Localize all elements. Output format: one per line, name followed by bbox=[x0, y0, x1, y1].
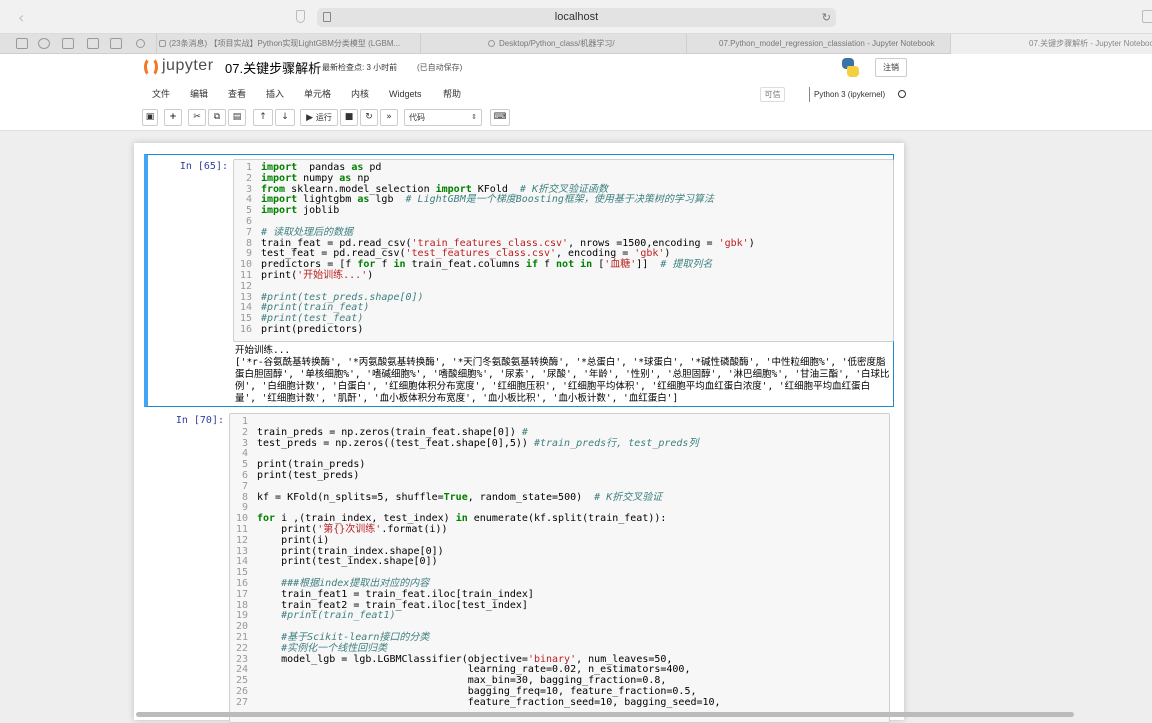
code-editor[interactable]: 1 import pandas as pd 2 import numpy as np 3… bbox=[233, 159, 894, 342]
restart-icon[interactable]: ↻ bbox=[360, 109, 378, 126]
translate-icon[interactable] bbox=[110, 38, 122, 49]
autosave-status: (已自动保存) bbox=[417, 63, 463, 72]
code-line[interactable]: 16 print(predictors) bbox=[234, 323, 893, 336]
play-icon: ▶ bbox=[306, 113, 314, 123]
code-line[interactable]: 5 import joblib bbox=[234, 205, 893, 217]
sidebar-icon[interactable] bbox=[16, 38, 28, 49]
keyboard-icon[interactable]: ⌨ bbox=[490, 109, 510, 126]
line-number: 7 bbox=[241, 480, 248, 492]
photo-icon[interactable] bbox=[62, 38, 74, 49]
input-prompt: In [70]: bbox=[175, 415, 224, 426]
tab-loading-icon bbox=[488, 40, 495, 47]
sidebar-toggle-icon[interactable] bbox=[1142, 10, 1152, 23]
logout-button[interactable]: 注销 bbox=[875, 58, 907, 77]
copy-icon[interactable]: ⧉ bbox=[208, 109, 226, 126]
tab-title: Desktop/Python_class/机器学习/ bbox=[499, 39, 615, 48]
move-up-icon[interactable]: ↑ bbox=[253, 109, 273, 126]
jupyter-logo-icon[interactable] bbox=[144, 57, 158, 77]
line-number: 12 bbox=[235, 534, 248, 546]
browser-tab[interactable]: 07.Python_model_regression_classiation -… bbox=[686, 34, 950, 54]
browser-tab[interactable]: (23条消息) 【项目实战】Python实现LightGBM分类模型 (LGBM… bbox=[156, 34, 420, 54]
back-arrow-icon[interactable]: ‹ bbox=[18, 8, 24, 27]
browser-address-bar: ‹ localhost ↻ bbox=[0, 0, 1152, 34]
horizontal-scrollbar[interactable] bbox=[136, 712, 1074, 717]
browser-tab-active[interactable]: 07.关键步骤解析 - Jupyter Notebook bbox=[950, 34, 1152, 54]
menu-help[interactable]: 帮助 bbox=[443, 84, 461, 104]
cell-type-select[interactable]: 代码 ⇕ bbox=[404, 109, 482, 126]
tab-favicon-icon bbox=[159, 40, 166, 47]
line-number: 16 bbox=[239, 323, 252, 335]
line-number: 17 bbox=[235, 588, 248, 600]
trusted-indicator[interactable]: 可信 bbox=[760, 87, 785, 102]
menu-edit[interactable]: 编辑 bbox=[190, 84, 208, 104]
menu-kernel[interactable]: 内核 bbox=[351, 84, 369, 104]
tab-title: (23条消息) 【项目实战】Python实现LightGBM分类模型 (LGBM… bbox=[169, 39, 401, 48]
insert-cell-icon[interactable]: + bbox=[164, 109, 182, 126]
output-text: 开始训练... bbox=[235, 345, 291, 356]
code-line[interactable]: 12 print(i) bbox=[230, 534, 889, 547]
code-line[interactable]: 17 train_feat1 = train_feat.iloc[train_i… bbox=[230, 588, 889, 601]
tab-title: 07.关键步骤解析 - Jupyter Notebook bbox=[1029, 39, 1152, 48]
browser-tab-bar: (23条消息) 【项目实战】Python实现LightGBM分类模型 (LGBM… bbox=[0, 34, 1152, 54]
cell-type-value: 代码 bbox=[409, 113, 425, 122]
jupyter-logo-text[interactable]: jupyter bbox=[162, 57, 214, 75]
code-cell[interactable]: In [70]: 1 2 train_preds = np.zeros(train_… bbox=[144, 413, 894, 723]
menu-widgets[interactable]: Widgets bbox=[389, 84, 422, 104]
save-icon[interactable]: ▣ bbox=[142, 109, 158, 126]
cut-icon[interactable]: ✂ bbox=[188, 109, 206, 126]
code-line[interactable]: 8 kf = KFold(n_splits=5, shuffle=True, ra… bbox=[230, 492, 889, 504]
url-field[interactable]: localhost ↻ bbox=[317, 8, 836, 27]
shield-icon[interactable] bbox=[296, 10, 305, 23]
url-text: localhost bbox=[554, 11, 599, 23]
line-number: 12 bbox=[239, 280, 252, 292]
select-arrow-icon: ⇕ bbox=[471, 114, 477, 121]
menu-view[interactable]: 查看 bbox=[228, 84, 246, 104]
input-prompt: In [65]: bbox=[179, 161, 228, 172]
line-number: 7 bbox=[245, 226, 252, 238]
cloud-icon[interactable] bbox=[87, 38, 99, 49]
page-icon bbox=[323, 12, 331, 22]
kernel-name[interactable]: Python 3 (ipykernel) bbox=[809, 87, 885, 102]
code-line[interactable]: 6 print(test_preds) bbox=[230, 470, 889, 482]
code-cell[interactable]: In [65]: 1 import pandas as pd 2 import num… bbox=[144, 154, 894, 407]
checkpoint-status: 最新检查点: 3 小时前 bbox=[322, 63, 398, 72]
cell-output: 开始训练... ['*r-谷氨酰基转换酶', '*丙氨酸氨基转换酶', '*天门冬… bbox=[235, 345, 890, 405]
code-line[interactable]: 11 print('开始训练...') bbox=[234, 270, 893, 282]
search-icon[interactable] bbox=[136, 39, 145, 48]
notebook-title[interactable]: 07.关键步骤解析 bbox=[225, 58, 321, 77]
code-line[interactable]: 27 feature_fraction_seed=10, bagging_see… bbox=[230, 696, 889, 709]
menu-file[interactable]: 文件 bbox=[152, 84, 170, 104]
line-number: 2 bbox=[245, 172, 252, 184]
code-editor[interactable]: 1 2 train_preds = np.zeros(train_feat.shap… bbox=[229, 413, 890, 723]
line-number: 27 bbox=[235, 696, 248, 708]
run-label: 运行 bbox=[315, 113, 332, 122]
notebook-container: In [65]: 1 import pandas as pd 2 import num… bbox=[134, 143, 904, 723]
code-line[interactable]: 19 #print(train_feat1) bbox=[230, 610, 889, 622]
privacy-icon[interactable] bbox=[38, 38, 50, 49]
interrupt-icon[interactable]: ■ bbox=[340, 109, 358, 126]
code-line[interactable]: 7 bbox=[230, 480, 889, 493]
line-number: 2 bbox=[241, 426, 248, 438]
kernel-status-icon bbox=[898, 90, 906, 98]
browser-tab[interactable]: Desktop/Python_class/机器学习/ bbox=[420, 34, 686, 54]
menu-bar: 文件 编辑 查看 插入 单元格 内核 Widgets 帮助 bbox=[140, 84, 910, 104]
run-button[interactable]: ▶ 运行 bbox=[300, 109, 338, 126]
restart-run-all-icon[interactable]: » bbox=[380, 109, 398, 126]
notebook-toolbar: ▣ + ✂ ⧉ ▤ ↑ ↓ ▶ 运行 ■ ↻ » 代码 ⇕ ⌨ bbox=[140, 108, 910, 128]
move-down-icon[interactable]: ↓ bbox=[275, 109, 295, 126]
line-number: 22 bbox=[235, 642, 248, 654]
tab-title: 07.Python_model_regression_classiation -… bbox=[719, 39, 935, 48]
reload-icon[interactable]: ↻ bbox=[822, 8, 831, 27]
python-logo-icon bbox=[842, 58, 859, 77]
paste-icon[interactable]: ▤ bbox=[228, 109, 246, 126]
output-text: ['*r-谷氨酰基转换酶', '*丙氨酸氨基转换酶', '*天门冬氨酸氨基转换酶… bbox=[235, 357, 890, 404]
menu-cell[interactable]: 单元格 bbox=[304, 84, 331, 104]
code-line[interactable]: 14 print(test_index.shape[0]) bbox=[230, 557, 889, 568]
code-line[interactable]: 3 test_preds = np.zeros((test_feat.shape[… bbox=[230, 438, 889, 450]
menu-insert[interactable]: 插入 bbox=[266, 84, 284, 104]
